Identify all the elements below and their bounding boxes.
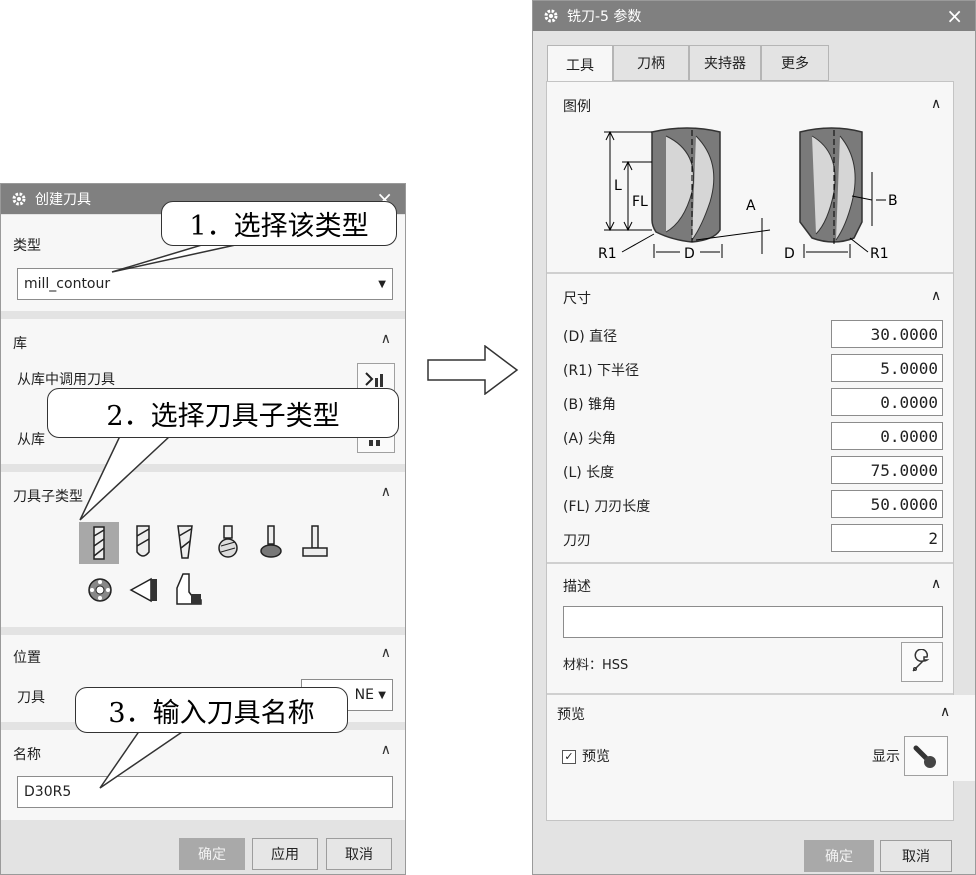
tip-angle-input[interactable]: 0.0000 [831,422,943,450]
gear-icon [544,9,558,23]
legend-label-B: B [888,193,898,209]
callout-1-seam [206,242,238,245]
preview-checkbox-label: 预览 [582,749,610,765]
right-arrow-icon [427,345,519,395]
length-label: (L) 长度 [563,465,615,481]
legend-label-A: A [746,198,756,214]
legend-label-D-left: D [684,246,695,262]
legend-section-title: 图例 [563,99,591,115]
size-section-title: 尺寸 [563,291,591,307]
callout-1-pointer [111,243,241,273]
legend-label-R1-left: R1 [598,246,617,262]
length-input[interactable]: 75.0000 [831,456,943,484]
wrench-icon [912,649,930,672]
close-icon[interactable]: × [946,4,963,28]
callout-2-pointer [79,435,172,521]
preview-section-title: 预览 [557,707,585,723]
section-divider [547,562,953,564]
tab-fixture[interactable]: 夹持器 [689,45,761,81]
show-tool-button[interactable] [904,736,948,776]
tool-legend-diagram: L FL R1 D A B D R1 [598,127,898,262]
taper-angle-input[interactable]: 0.0000 [831,388,943,416]
legend-label-R1-right: R1 [870,246,889,262]
collapse-caret-icon[interactable]: ∧ [940,704,950,720]
collapse-caret-icon[interactable]: ∧ [931,576,941,592]
ok-button[interactable]: 确定 [804,840,874,872]
dialog-titlebar: 铣刀-5 参数 × [533,1,975,31]
lower-radius-label: (R1) 下半径 [563,363,640,379]
tab-holder[interactable]: 刀柄 [613,45,689,81]
cancel-button[interactable]: 取消 [880,840,952,872]
tab-more[interactable]: 更多 [761,45,829,81]
show-label: 显示 [872,749,900,765]
legend-label-FL: FL [632,194,648,210]
show-tool-icon [913,745,936,768]
section-divider [547,272,953,274]
callout-2: 2．选择刀具子类型 [47,388,399,438]
taper-angle-label: (B) 锥角 [563,397,616,413]
preview-checkbox[interactable]: ✓ [562,750,576,764]
legend-label-L: L [614,178,622,194]
flutes-input[interactable]: 2 [831,524,943,552]
flute-length-input[interactable]: 50.0000 [831,490,943,518]
legend-label-D-right: D [784,246,795,262]
tab-tool[interactable]: 工具 [547,45,613,83]
dialog-title: 铣刀-5 参数 [567,9,642,25]
collapse-caret-icon[interactable]: ∧ [931,288,941,304]
tip-angle-label: (A) 尖角 [563,431,616,447]
flute-length-label: (FL) 刀刃长度 [563,499,651,515]
material-label: 材料：HSS [563,658,629,673]
lower-radius-input[interactable]: 5.0000 [831,354,943,382]
diameter-input[interactable]: 30.0000 [831,320,943,348]
callout-3-pointer [99,729,188,789]
callout-3-seam [141,728,184,731]
description-input[interactable] [563,606,943,638]
callout-1: 1．选择该类型 [161,201,397,246]
callout-2-seam [121,434,169,437]
description-section-title: 描述 [563,579,591,595]
callout-3: 3．输入刀具名称 [75,687,348,733]
diameter-label: (D) 直径 [563,329,618,345]
flutes-label: 刀刃 [563,533,591,549]
collapse-caret-icon[interactable]: ∧ [931,96,941,112]
material-button[interactable] [901,642,943,682]
